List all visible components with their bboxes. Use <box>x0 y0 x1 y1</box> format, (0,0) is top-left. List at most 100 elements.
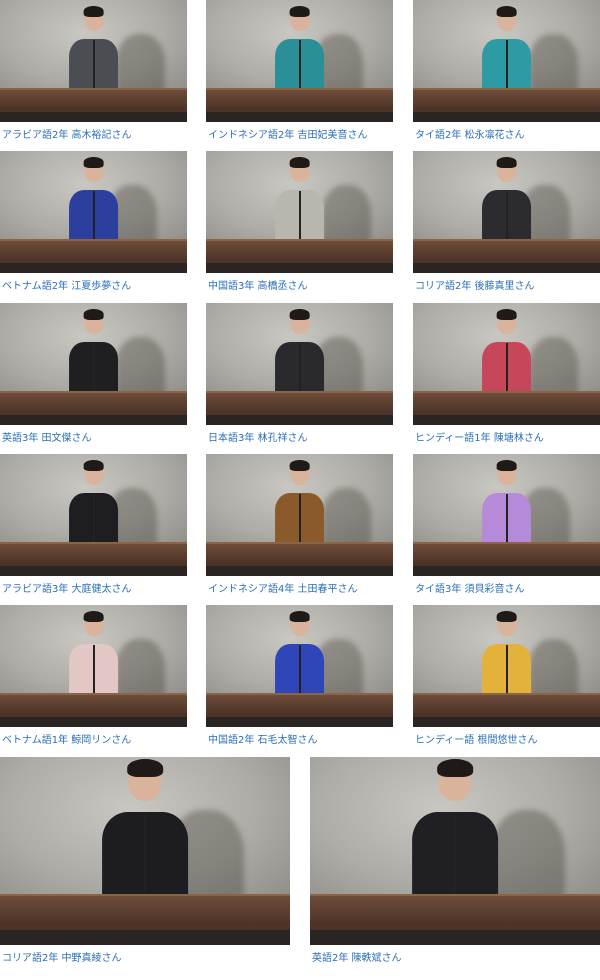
speaker-figure <box>475 611 539 710</box>
speaker-hair <box>127 759 163 778</box>
speaker-figure <box>475 460 539 559</box>
speaker-card: インドネシア語2年 吉田妃美音さん <box>206 0 393 141</box>
speaker-caption: ベトナム語1年 鯨岡リンさん <box>2 735 132 746</box>
speaker-figure <box>62 157 126 256</box>
speaker-photo <box>0 151 187 273</box>
speaker-caption: 英語3年 田文傑さん <box>2 433 92 444</box>
lectern <box>413 693 600 715</box>
speaker-figure <box>268 309 332 408</box>
speaker-card: ヒンディー語 根間悠世さん <box>413 605 600 746</box>
speaker-caption: 中国語3年 高橋丞さん <box>208 281 308 292</box>
speaker-hair <box>289 157 310 168</box>
speaker-hair <box>496 460 517 471</box>
speaker-photo <box>413 303 600 425</box>
speaker-hair <box>289 6 310 17</box>
speaker-hair <box>289 611 310 622</box>
speaker-card: 日本語3年 林孔祥さん <box>206 303 393 444</box>
speaker-figure <box>268 611 332 710</box>
speaker-card: タイ語2年 松永凛花さん <box>413 0 600 141</box>
lectern <box>413 391 600 413</box>
speaker-figure <box>475 309 539 408</box>
speaker-caption: インドネシア語4年 土田春平さん <box>208 584 358 595</box>
speaker-card: ヒンディー語1年 陳塘林さん <box>413 303 600 444</box>
lectern <box>413 88 600 110</box>
speaker-caption: インドネシア語2年 吉田妃美音さん <box>208 130 368 141</box>
speaker-photo <box>0 454 187 576</box>
speaker-caption: アラビア語2年 高木裕記さん <box>2 130 132 141</box>
lectern <box>0 542 187 564</box>
speaker-card: 中国語3年 高橋丞さん <box>206 151 393 292</box>
speaker-card: コリア語2年 後藤真里さん <box>413 151 600 292</box>
lectern <box>0 88 187 110</box>
lectern <box>206 542 393 564</box>
speaker-hair <box>83 309 104 320</box>
speaker-caption: コリア語2年 中野真綾さん <box>2 953 122 964</box>
speaker-figure <box>90 759 200 919</box>
speaker-caption: 日本語3年 林孔祥さん <box>208 433 308 444</box>
speaker-photo <box>0 303 187 425</box>
speaker-hair <box>496 611 517 622</box>
speaker-photo <box>0 605 187 727</box>
speaker-card: アラビア語3年 大庭健太さん <box>0 454 187 595</box>
speaker-caption: 中国語2年 石毛太智さん <box>208 735 318 746</box>
speaker-photo <box>413 151 600 273</box>
speaker-photo <box>0 757 290 945</box>
speaker-card: 中国語2年 石毛太智さん <box>206 605 393 746</box>
lectern <box>0 239 187 261</box>
speaker-card: コリア語2年 中野真綾さん <box>0 757 290 964</box>
lectern <box>0 693 187 715</box>
speaker-caption: タイ語3年 須貝彩音さん <box>415 584 525 595</box>
speaker-figure <box>475 6 539 105</box>
speaker-card: タイ語3年 須貝彩音さん <box>413 454 600 595</box>
speaker-photo <box>0 0 187 122</box>
speaker-photo <box>413 454 600 576</box>
speaker-caption: 英語2年 陳軼斌さん <box>312 953 402 964</box>
speaker-card: インドネシア語4年 土田春平さん <box>206 454 393 595</box>
lectern <box>206 391 393 413</box>
lectern <box>413 542 600 564</box>
speaker-figure <box>62 611 126 710</box>
speaker-photo <box>206 0 393 122</box>
speaker-figure <box>268 157 332 256</box>
speaker-photo <box>413 605 600 727</box>
speaker-caption: コリア語2年 後藤真里さん <box>415 281 535 292</box>
speaker-caption: タイ語2年 松永凛花さん <box>415 130 525 141</box>
speaker-photo <box>206 151 393 273</box>
speaker-card: ベトナム語1年 鯨岡リンさん <box>0 605 187 746</box>
speaker-hair <box>437 759 473 778</box>
speaker-photo <box>413 0 600 122</box>
speaker-figure <box>62 460 126 559</box>
speaker-photo <box>310 757 600 945</box>
speaker-card: ベトナム語2年 江夏歩夢さん <box>0 151 187 292</box>
speaker-hair <box>496 157 517 168</box>
speaker-figure <box>400 759 510 919</box>
speaker-hair <box>83 460 104 471</box>
speaker-photo-grid: アラビア語2年 高木裕記さん インドネシア語2年 吉田妃美音さん タイ語2年 松永凛… <box>0 0 600 980</box>
speaker-hair <box>83 6 104 17</box>
lectern <box>310 894 600 927</box>
speaker-figure <box>62 309 126 408</box>
speaker-photo <box>206 303 393 425</box>
speaker-card: アラビア語2年 高木裕記さん <box>0 0 187 141</box>
speaker-photo <box>206 454 393 576</box>
speaker-caption: ヒンディー語 根間悠世さん <box>415 735 538 746</box>
speaker-figure <box>268 6 332 105</box>
speaker-caption: ベトナム語2年 江夏歩夢さん <box>2 281 132 292</box>
speaker-figure <box>475 157 539 256</box>
speaker-caption: ヒンディー語1年 陳塘林さん <box>415 433 544 444</box>
lectern <box>206 239 393 261</box>
speaker-hair <box>496 6 517 17</box>
speaker-caption: アラビア語3年 大庭健太さん <box>2 584 132 595</box>
lectern <box>0 894 290 927</box>
speaker-hair <box>496 309 517 320</box>
speaker-card: 英語3年 田文傑さん <box>0 303 187 444</box>
lectern <box>0 391 187 413</box>
speaker-hair <box>289 309 310 320</box>
speaker-card: 英語2年 陳軼斌さん <box>310 757 600 964</box>
lectern <box>206 88 393 110</box>
lectern <box>413 239 600 261</box>
speaker-hair <box>83 157 104 168</box>
lectern <box>206 693 393 715</box>
speaker-figure <box>62 6 126 105</box>
speaker-hair <box>83 611 104 622</box>
